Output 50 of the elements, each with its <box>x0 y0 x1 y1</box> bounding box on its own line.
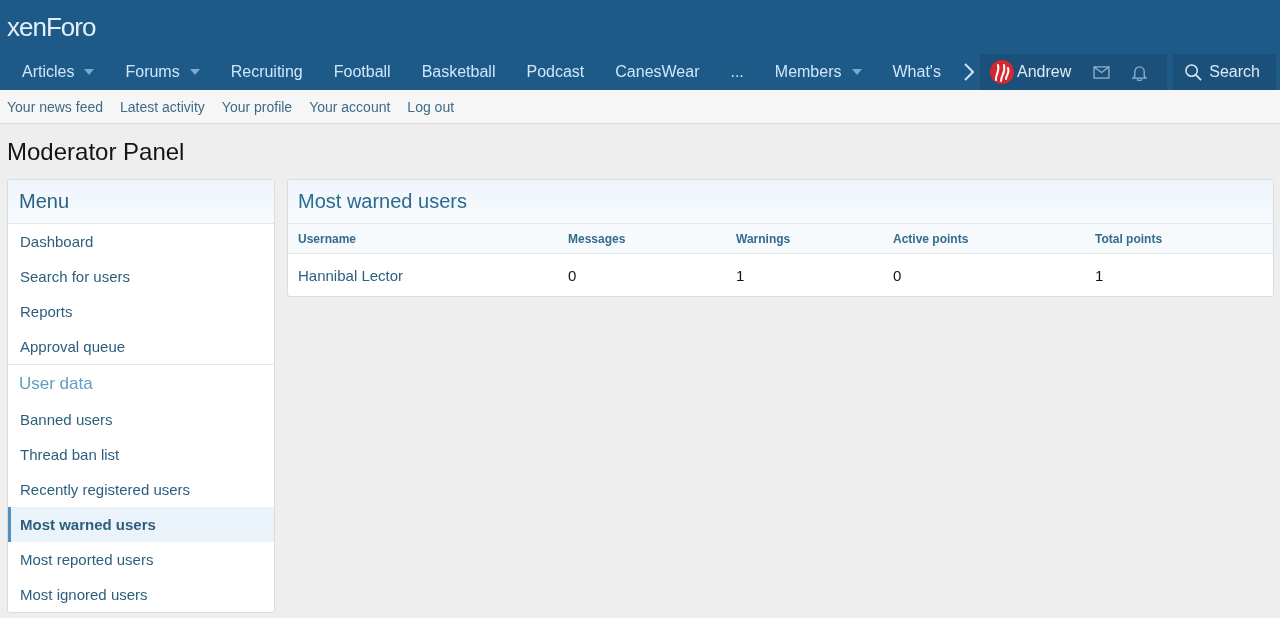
sidebar-item[interactable]: Approval queue <box>8 329 274 364</box>
column-header: Total points <box>1085 224 1273 254</box>
table-cell: 1 <box>1085 253 1273 296</box>
nav-tab[interactable]: Forums <box>113 63 211 81</box>
table-cell: 1 <box>726 253 883 296</box>
caret-icon <box>189 69 200 75</box>
column-header: Messages <box>558 224 726 254</box>
column-header: Warnings <box>726 224 883 254</box>
nav-tab[interactable]: Members <box>762 63 873 81</box>
nav-tab[interactable]: What's <box>880 63 952 81</box>
nav-tab[interactable]: ... <box>718 63 755 81</box>
sidebar-item[interactable]: Thread ban list <box>8 437 274 472</box>
sidebar-item[interactable]: Dashboard <box>8 224 274 259</box>
sidebar-item[interactable]: Search for users <box>8 259 274 294</box>
sidebar-item[interactable]: Most ignored users <box>8 577 274 612</box>
sub-nav-link[interactable]: Your news feed <box>7 98 103 115</box>
sub-nav-link[interactable]: Log out <box>407 98 455 115</box>
nav-tab[interactable]: Articles <box>10 63 106 81</box>
sidebar-item[interactable]: Most warned users <box>8 507 274 542</box>
sidebar-subheader: User data <box>8 364 274 402</box>
mail-icon[interactable] <box>1093 65 1111 79</box>
sidebar-item[interactable]: Most reported users <box>8 542 274 577</box>
nav-tab[interactable]: Basketball <box>409 63 507 81</box>
site-logo[interactable]: xenForo <box>7 11 96 43</box>
table-cell: 0 <box>558 253 726 296</box>
nav-tab[interactable]: Podcast <box>514 63 596 81</box>
search-icon <box>1185 63 1203 81</box>
avatar-icon <box>990 60 1015 84</box>
username-link[interactable]: Hannibal Lector <box>298 267 404 284</box>
sidebar-item[interactable]: Recently registered users <box>8 472 274 507</box>
sidebar-item[interactable]: Reports <box>8 294 274 329</box>
search-button[interactable]: Search <box>1173 54 1276 90</box>
sidebar-header: Menu <box>8 180 274 224</box>
caret-icon <box>851 69 862 75</box>
table-cell: 0 <box>883 253 1085 296</box>
nav-tab[interactable]: Recruiting <box>218 63 314 81</box>
panel-title: Most warned users <box>288 180 1273 224</box>
nav-tab[interactable]: Football <box>321 63 402 81</box>
chevron-right-icon[interactable] <box>963 63 974 81</box>
user-link[interactable]: Andrew <box>990 60 1072 84</box>
column-header: Active points <box>883 224 1085 254</box>
nav-tab[interactable]: CanesWear <box>603 63 711 81</box>
caret-icon <box>84 69 95 75</box>
bell-icon[interactable] <box>1132 63 1148 81</box>
sub-nav-link[interactable]: Latest activity <box>120 98 205 115</box>
sub-nav-link[interactable]: Your account <box>309 98 391 115</box>
column-header: Username <box>288 224 558 254</box>
sidebar-item[interactable]: Banned users <box>8 402 274 437</box>
sub-nav-link[interactable]: Your profile <box>221 98 293 115</box>
page-title: Moderator Panel <box>7 138 186 166</box>
